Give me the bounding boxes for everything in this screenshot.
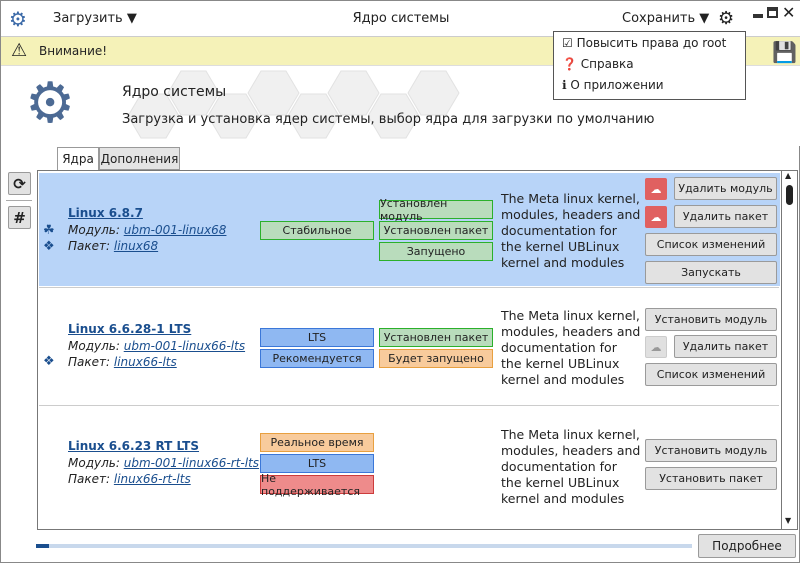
- menu-item-label: Справка: [580, 57, 634, 71]
- divider: [39, 405, 779, 406]
- hash-button[interactable]: #: [8, 206, 31, 229]
- kernel-description: The Meta linux kernel, modules, headers …: [501, 308, 641, 387]
- kernel-list: Linux 6.8.7 ☘ ❖ Модуль: ubm-001-linux68 …: [37, 170, 798, 530]
- module-link[interactable]: ubm-001-linux66-rt-lts: [124, 456, 259, 470]
- divider: [6, 200, 32, 201]
- module-icon: ☘: [43, 223, 55, 238]
- checkbox-icon: ☑: [562, 36, 573, 50]
- app-gears-icon: ⚙: [9, 7, 27, 31]
- module-label: Модуль:: [68, 223, 120, 237]
- progress-bar: [36, 544, 692, 548]
- menu-item-elevate-root[interactable]: ☑ Повысить права до root: [562, 36, 726, 50]
- package-box-icon: ❖: [43, 239, 55, 254]
- divider: [39, 287, 779, 288]
- close-button[interactable]: ✕: [782, 3, 795, 22]
- tag-badge: LTS: [260, 328, 374, 347]
- progress-fill: [36, 544, 50, 548]
- status-badge: Установлен модуль: [379, 197, 493, 223]
- tab-label: Дополнения: [100, 151, 179, 166]
- caret-down-icon: ▼: [126, 11, 137, 26]
- cloud-download-icon: ☁: [645, 206, 667, 228]
- changelog-button[interactable]: Список изменений: [645, 363, 777, 386]
- save-lock-icon[interactable]: 💾: [772, 40, 797, 64]
- package-link[interactable]: linux68: [114, 239, 158, 253]
- question-icon: ❓: [562, 57, 577, 71]
- load-menu[interactable]: Загрузить ▼: [53, 11, 137, 26]
- remove-module-button[interactable]: Удалить модуль: [674, 177, 777, 200]
- remove-package-button[interactable]: Удалить пакет: [674, 335, 777, 358]
- kernel-gears-icon: ⚙: [25, 71, 76, 136]
- settings-gear-icon[interactable]: ⚙: [718, 8, 734, 29]
- scroll-down-icon[interactable]: ▼: [785, 516, 791, 525]
- kernel-name-link[interactable]: Linux 6.8.7: [68, 206, 143, 220]
- install-package-button[interactable]: Установить пакет: [645, 467, 777, 490]
- run-button[interactable]: Запускать: [645, 261, 777, 284]
- tag-badge: Не поддерживается: [260, 472, 374, 498]
- tab-kernels[interactable]: Ядра: [57, 147, 99, 170]
- header-title: Ядро системы: [122, 84, 227, 100]
- package-link[interactable]: linux66-rt-lts: [114, 472, 191, 486]
- kernel-description: The Meta linux kernel, modules, headers …: [501, 191, 641, 270]
- cloud-download-icon: ☁: [645, 336, 667, 358]
- changelog-button[interactable]: Список изменений: [645, 233, 777, 256]
- status-badge: Будет запущено: [379, 349, 493, 368]
- info-icon: ℹ: [562, 78, 567, 92]
- kernel-row[interactable]: Linux 6.8.7 ☘ ❖ Модуль: ubm-001-linux68 …: [39, 173, 780, 286]
- menu-item-about[interactable]: ℹ О приложении: [562, 78, 664, 92]
- package-label: Пакет:: [68, 239, 111, 253]
- status-badge: Запущено: [379, 242, 493, 261]
- warning-text: Внимание!: [39, 44, 108, 58]
- refresh-button[interactable]: ⟳: [8, 172, 31, 195]
- save-menu[interactable]: Сохранить ▼: [622, 11, 709, 26]
- tag-badge: Стабильное: [260, 221, 374, 240]
- maximize-button[interactable]: [767, 7, 778, 18]
- menu-item-label: О приложении: [570, 78, 664, 92]
- caret-down-icon: ▼: [699, 11, 710, 26]
- install-module-button[interactable]: Установить модуль: [645, 308, 777, 331]
- kernel-name-link[interactable]: Linux 6.6.28-1 LTS: [68, 322, 191, 336]
- package-label: Пакет:: [68, 355, 111, 369]
- save-dropdown-menu: ☑ Повысить права до root ❓ Справка ℹ О п…: [553, 31, 746, 100]
- kernel-row[interactable]: Linux 6.6.23 RT LTS Модуль: ubm-001-linu…: [39, 407, 780, 522]
- scrollbar[interactable]: ▲ ▼: [781, 171, 797, 529]
- cloud-download-icon: ☁: [645, 178, 667, 200]
- tag-badge: Реальное время: [260, 433, 374, 452]
- menu-item-label: Повысить права до root: [576, 36, 727, 50]
- module-link[interactable]: ubm-001-linux68: [124, 223, 227, 237]
- remove-package-button[interactable]: Удалить пакет: [674, 205, 777, 228]
- tag-badge: LTS: [260, 454, 374, 473]
- kernel-row[interactable]: Linux 6.6.28-1 LTS ❖ Модуль: ubm-001-lin…: [39, 289, 780, 404]
- header-subtitle: Загрузка и установка ядер системы, выбор…: [122, 112, 655, 127]
- warning-icon: ⚠: [11, 40, 28, 61]
- details-button[interactable]: Подробнее: [698, 534, 796, 558]
- package-link[interactable]: linux66-lts: [114, 355, 177, 369]
- minimize-button[interactable]: [753, 14, 763, 18]
- kernel-name-link[interactable]: Linux 6.6.23 RT LTS: [68, 439, 199, 453]
- status-badge: Установлен пакет: [379, 221, 493, 240]
- scrollbar-thumb[interactable]: [786, 185, 793, 205]
- module-label: Модуль:: [68, 339, 120, 353]
- package-label: Пакет:: [68, 472, 111, 486]
- install-module-button[interactable]: Установить модуль: [645, 439, 777, 462]
- load-menu-label: Загрузить: [53, 11, 123, 26]
- scroll-up-icon[interactable]: ▲: [785, 171, 791, 180]
- status-badge: Установлен пакет: [379, 328, 493, 347]
- tab-label: Ядра: [62, 152, 94, 166]
- package-box-icon: ❖: [43, 354, 55, 369]
- save-menu-label: Сохранить: [622, 11, 696, 26]
- hexagon-background: [127, 70, 460, 139]
- refresh-icon: ⟳: [13, 174, 26, 193]
- menu-item-help[interactable]: ❓ Справка: [562, 57, 634, 71]
- module-link[interactable]: ubm-001-linux66-lts: [124, 339, 245, 353]
- module-label: Модуль:: [68, 456, 120, 470]
- tab-addons[interactable]: Дополнения: [99, 147, 180, 170]
- kernel-description: The Meta linux kernel, modules, headers …: [501, 427, 641, 506]
- hash-icon: #: [13, 208, 26, 227]
- tag-badge: Рекомендуется: [260, 349, 374, 368]
